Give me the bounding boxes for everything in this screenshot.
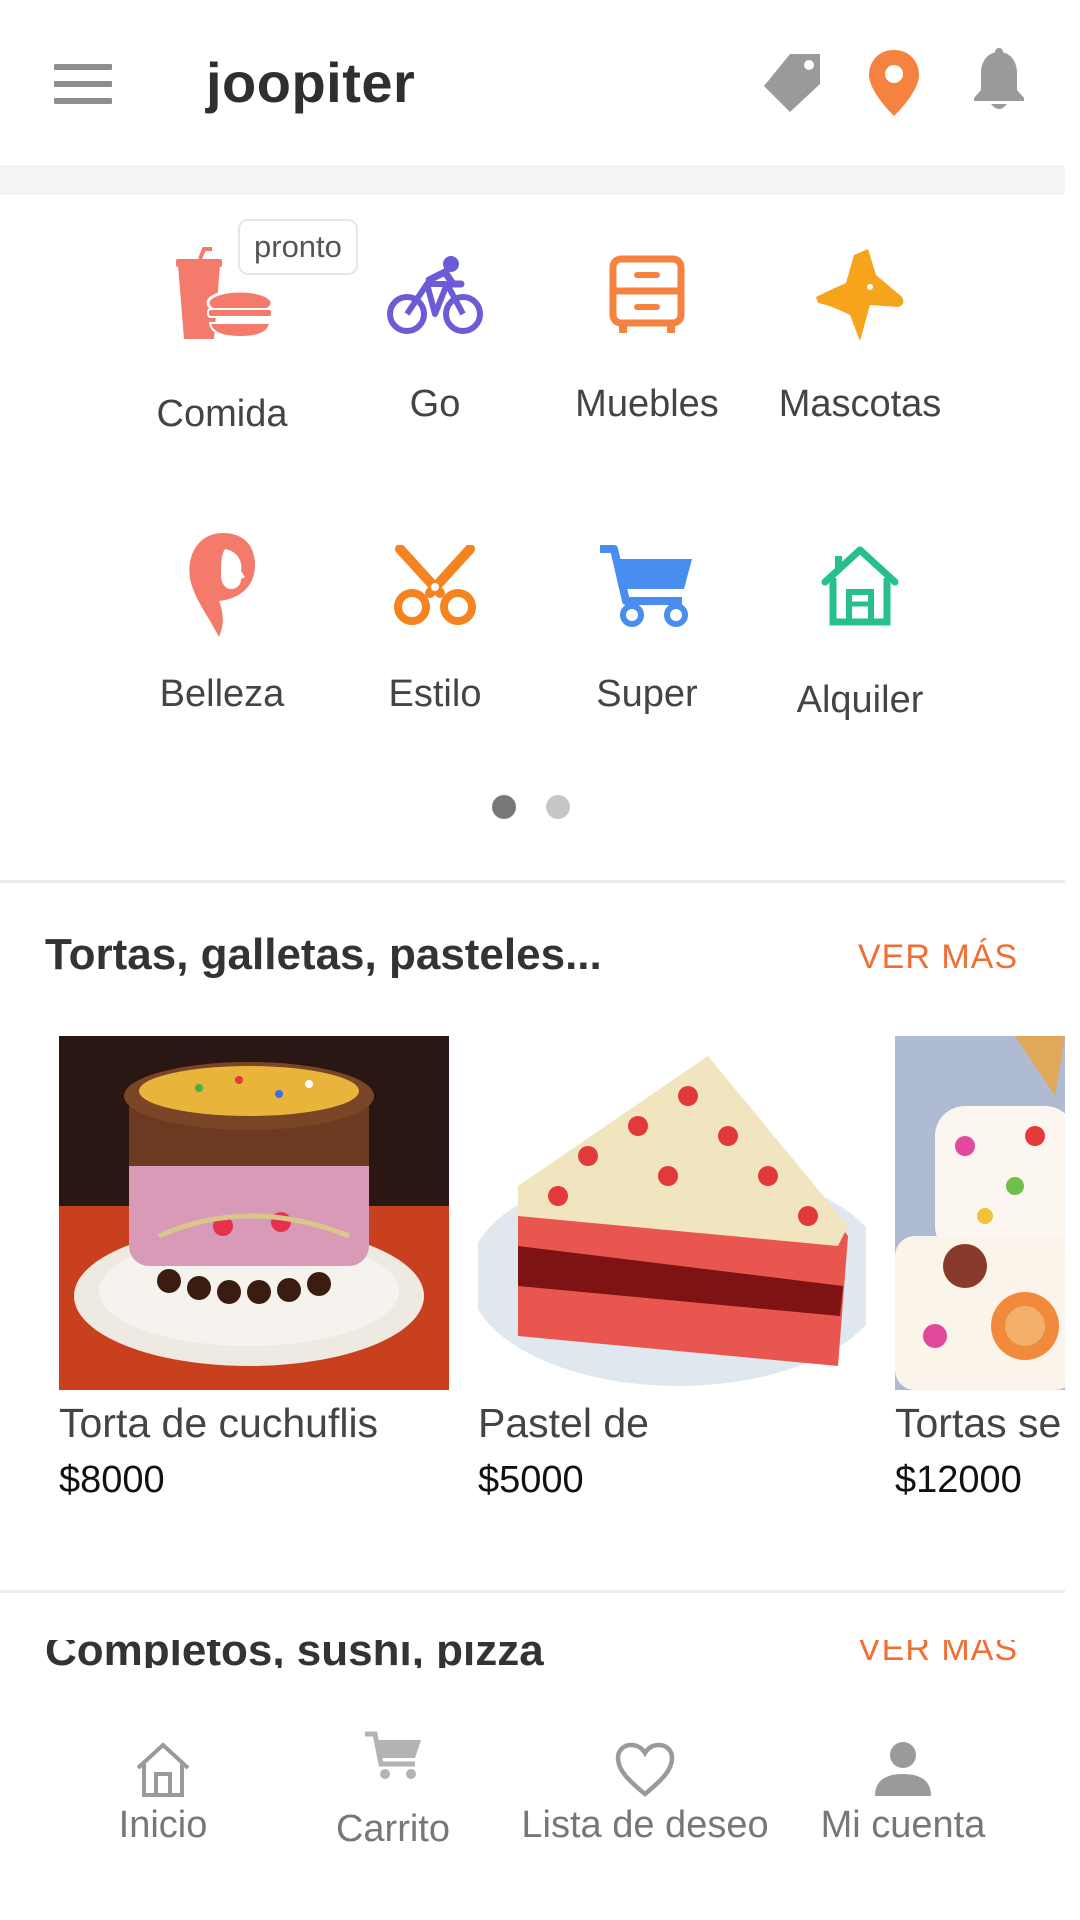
category-label: Super: [596, 673, 698, 715]
nav-label: Lista de deseo: [521, 1804, 769, 1846]
section2-header: Completos, sushi, pizza VER MÁS: [0, 1640, 1065, 1668]
category-label: Alquiler: [796, 679, 924, 721]
app-bar: joopiter: [0, 0, 1080, 165]
category-comida[interactable]: Comida: [117, 235, 327, 436]
product-name: Pastel de: [478, 1400, 649, 1446]
category-belleza[interactable]: Belleza: [117, 525, 327, 716]
scissors-icon: [330, 525, 540, 645]
bicycle-icon: [330, 235, 540, 355]
location-pin-icon[interactable]: [866, 48, 922, 123]
bell-icon[interactable]: [970, 48, 1028, 119]
section-title: Tortas, galletas, pasteles...: [45, 930, 602, 979]
pager-dot-active[interactable]: [492, 795, 516, 819]
menu-icon[interactable]: [54, 64, 112, 104]
dog-icon: [755, 235, 965, 355]
house-icon: [755, 525, 965, 645]
header-separator: [0, 165, 1065, 195]
see-more-link[interactable]: VER MÁS: [858, 1640, 1018, 1668]
nav-inicio[interactable]: Inicio: [98, 1728, 228, 1847]
nav-label: Inicio: [118, 1804, 208, 1846]
section-divider: [0, 1590, 1065, 1593]
cart-icon: [318, 1728, 468, 1798]
category-label: Belleza: [159, 673, 285, 715]
cart-icon: [542, 525, 752, 645]
product-image-cake: [59, 1036, 449, 1390]
category-grid: pronto Comida Go Muebles Mascotas Bellez…: [0, 195, 1065, 880]
nav-mi-cuenta[interactable]: Mi cuenta: [810, 1728, 996, 1847]
product-card[interactable]: Pastel de $5000: [478, 1036, 866, 1502]
product-price: $12000: [895, 1459, 1022, 1501]
category-estilo[interactable]: Estilo: [330, 525, 540, 716]
category-label: Muebles: [575, 383, 719, 425]
see-more-link[interactable]: VER MÁS: [858, 938, 1018, 977]
fast-food-icon: [117, 235, 327, 355]
nav-label: Carrito: [335, 1808, 451, 1850]
category-super[interactable]: Super: [542, 525, 752, 716]
product-name: Tortas se: [895, 1400, 1062, 1446]
tag-icon[interactable]: [760, 48, 826, 119]
product-card[interactable]: Tortas se $12000: [895, 1036, 1065, 1502]
category-mascotas[interactable]: Mascotas: [755, 235, 965, 426]
category-alquiler[interactable]: Alquiler: [755, 525, 965, 722]
nav-lista-de-deseo[interactable]: Lista de deseo: [514, 1728, 776, 1847]
category-label: Go: [409, 383, 461, 425]
category-label: Comida: [156, 393, 288, 435]
product-image-decorated-cake: [895, 1036, 1065, 1390]
nav-carrito[interactable]: Carrito: [318, 1728, 468, 1851]
section-title: Completos, sushi, pizza: [45, 1640, 544, 1668]
app-title: joopiter: [206, 51, 416, 114]
heart-icon: [514, 1728, 776, 1798]
product-image-cake-slice: [478, 1036, 866, 1390]
product-name: Torta de cuchuflis: [59, 1400, 379, 1446]
product-card[interactable]: Torta de cuchuflis $8000: [59, 1036, 449, 1502]
woman-face-icon: [117, 525, 327, 645]
product-price: $8000: [59, 1459, 165, 1501]
category-pager: [0, 795, 1065, 825]
user-icon: [810, 1728, 996, 1798]
nav-label: Mi cuenta: [820, 1804, 986, 1846]
home-icon: [98, 1728, 228, 1798]
drawers-icon: [542, 235, 752, 355]
category-label: Estilo: [388, 673, 482, 715]
pager-dot[interactable]: [546, 795, 570, 819]
category-label: Mascotas: [778, 383, 942, 425]
section-divider: [0, 880, 1065, 883]
category-muebles[interactable]: Muebles: [542, 235, 752, 426]
category-go[interactable]: Go: [330, 235, 540, 426]
bottom-navigation: Inicio Carrito Lista de deseo Mi cuenta: [0, 1668, 1065, 1920]
product-price: $5000: [478, 1459, 584, 1501]
